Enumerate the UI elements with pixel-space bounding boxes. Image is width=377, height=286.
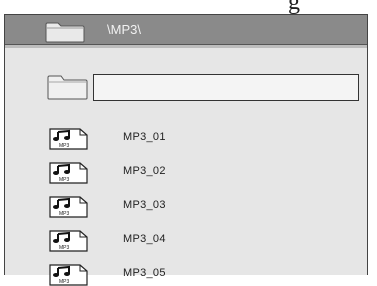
mp3-file-icon: MP3 xyxy=(49,196,88,218)
file-label: MP3_05 xyxy=(123,267,166,279)
file-row-mp3-05[interactable]: MP3 MP3_05 xyxy=(5,264,367,286)
file-list: MP3 MP3_01 MP3 MP3_02 MP3 MP3_03 MP3 MP3… xyxy=(5,45,367,286)
folder-icon xyxy=(45,22,85,43)
path-header: \MP3\ xyxy=(5,15,367,45)
mp3-icon-text: MP3 xyxy=(59,143,70,149)
mp3-file-icon: MP3 xyxy=(49,230,88,252)
file-row-mp3-04[interactable]: MP3 MP3_04 xyxy=(5,230,367,252)
file-label: MP3_03 xyxy=(123,199,166,211)
mp3-icon-text: MP3 xyxy=(59,279,70,285)
mp3-file-icon: MP3 xyxy=(49,128,88,150)
current-path: \MP3\ xyxy=(107,22,141,37)
file-browser-panel: \MP3\ MP3 MP3_01 MP3 MP3_02 MP3 MP3_03 M… xyxy=(4,14,368,286)
file-label: MP3_04 xyxy=(123,233,166,245)
mp3-icon-text: MP3 xyxy=(59,245,70,251)
file-label: MP3_02 xyxy=(123,165,166,177)
file-row-mp3-01[interactable]: MP3 MP3_01 xyxy=(5,128,367,150)
folder-icon xyxy=(47,75,88,100)
mp3-file-icon: MP3 xyxy=(49,162,88,184)
file-label: MP3_01 xyxy=(123,131,166,143)
file-row-mp3-03[interactable]: MP3 MP3_03 xyxy=(5,196,367,218)
mp3-icon-text: MP3 xyxy=(59,211,70,217)
selection-highlight-bar[interactable] xyxy=(93,74,359,101)
file-row-mp3-02[interactable]: MP3 MP3_02 xyxy=(5,162,367,184)
mp3-icon-text: MP3 xyxy=(59,177,70,183)
mp3-file-icon: MP3 xyxy=(49,264,88,286)
